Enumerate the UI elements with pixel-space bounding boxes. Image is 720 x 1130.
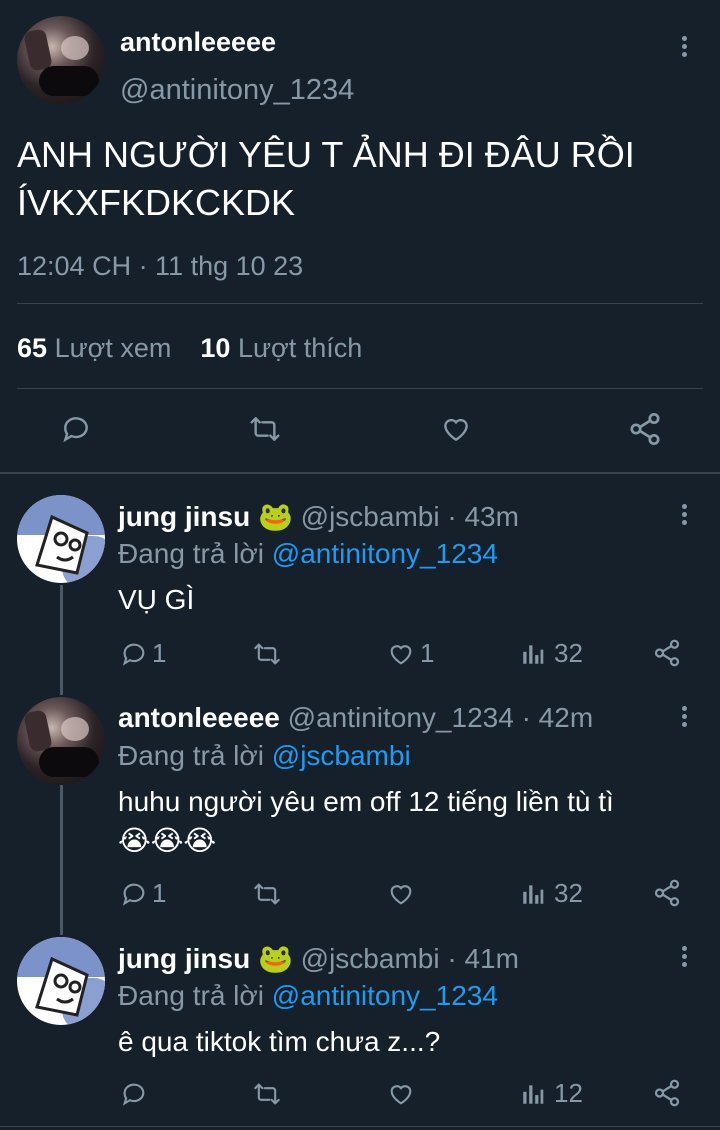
more-vertical-icon[interactable]	[682, 706, 688, 730]
timestamp[interactable]: 12:04 CH · 11 thg 10 23	[17, 251, 303, 282]
divider	[17, 303, 703, 304]
display-name[interactable]: antonleeeee	[120, 27, 276, 58]
avatar[interactable]	[17, 495, 105, 583]
reply-bubble-icon[interactable]	[120, 640, 148, 668]
like-count: 1	[420, 638, 435, 668]
reply-bubble-icon[interactable]	[120, 1080, 148, 1108]
heart-icon[interactable]	[386, 880, 416, 908]
share-icon[interactable]	[627, 411, 663, 447]
views-label[interactable]: Lượt xem	[55, 333, 172, 363]
share-icon[interactable]	[652, 1078, 682, 1108]
replying-label: Đang trả lời	[118, 980, 264, 1011]
more-vertical-icon[interactable]	[682, 504, 688, 528]
share-icon[interactable]	[652, 878, 682, 908]
thread-line	[60, 785, 63, 935]
reply-text: VỤ GÌ	[118, 584, 195, 615]
reply-text: ê qua tiktok tìm chưa z...?	[118, 1026, 441, 1057]
replying-label: Đang trả lời	[118, 538, 264, 569]
reply-text-emoji: 😭😭😭	[118, 825, 217, 856]
replying-to-link[interactable]: @antinitony_1234	[272, 980, 498, 1011]
avatar[interactable]	[17, 16, 105, 104]
retweet-icon[interactable]	[248, 413, 282, 445]
handle[interactable]: @antinitony_1234	[120, 74, 354, 107]
display-name[interactable]: antonleeeee	[118, 702, 280, 733]
divider	[17, 388, 703, 389]
avatar[interactable]	[17, 937, 105, 1025]
handle-time[interactable]: @jscbambi · 43m	[301, 501, 519, 532]
views-bar-chart-icon[interactable]	[520, 1080, 546, 1108]
heart-icon[interactable]	[439, 413, 473, 445]
reply-bubble-icon[interactable]	[60, 413, 92, 445]
more-vertical-icon[interactable]	[682, 36, 688, 60]
more-vertical-icon[interactable]	[682, 946, 688, 970]
avatar[interactable]	[17, 697, 105, 785]
views-count[interactable]: 65	[17, 333, 47, 363]
display-name[interactable]: jung jinsu	[118, 943, 250, 974]
retweet-icon[interactable]	[252, 640, 282, 668]
section-divider	[0, 472, 720, 474]
display-name[interactable]: jung jinsu	[118, 501, 250, 532]
heart-icon[interactable]	[386, 640, 416, 668]
views-bar-chart-icon[interactable]	[520, 880, 546, 908]
thread-line	[60, 585, 63, 695]
view-count: 32	[554, 638, 583, 668]
tweet-text-line: ÍVKXFKDKCKDK	[17, 182, 296, 223]
view-count: 12	[554, 1078, 583, 1108]
replying-label: Đang trả lời	[118, 740, 264, 771]
stats-row: 65 Lượt xem 10 Lượt thích	[17, 333, 362, 364]
reply-bubble-icon[interactable]	[120, 880, 148, 908]
handle-time[interactable]: @jscbambi · 41m	[301, 943, 519, 974]
heart-icon[interactable]	[386, 1080, 416, 1108]
reply-count: 1	[152, 638, 167, 668]
retweet-icon[interactable]	[252, 880, 282, 908]
share-icon[interactable]	[652, 638, 682, 668]
retweet-icon[interactable]	[252, 1080, 282, 1108]
handle-time[interactable]: @antinitony_1234 · 42m	[288, 702, 594, 733]
likes-count[interactable]: 10	[200, 333, 230, 363]
tweet-text-line: ANH NGƯỜI YÊU T ẢNH ĐI ĐÂU RỒI	[17, 134, 635, 175]
replying-to-link[interactable]: @jscbambi	[272, 740, 411, 771]
emoji: 🐸	[258, 943, 293, 974]
emoji: 🐸	[258, 501, 293, 532]
likes-label[interactable]: Lượt thích	[238, 333, 362, 363]
bottom-divider	[0, 1126, 720, 1127]
view-count: 32	[554, 878, 583, 908]
reply-text: huhu người yêu em off 12 tiếng liền tù t…	[118, 786, 614, 817]
replying-to-link[interactable]: @antinitony_1234	[272, 538, 498, 569]
views-bar-chart-icon[interactable]	[520, 640, 546, 668]
reply-count: 1	[152, 878, 167, 908]
